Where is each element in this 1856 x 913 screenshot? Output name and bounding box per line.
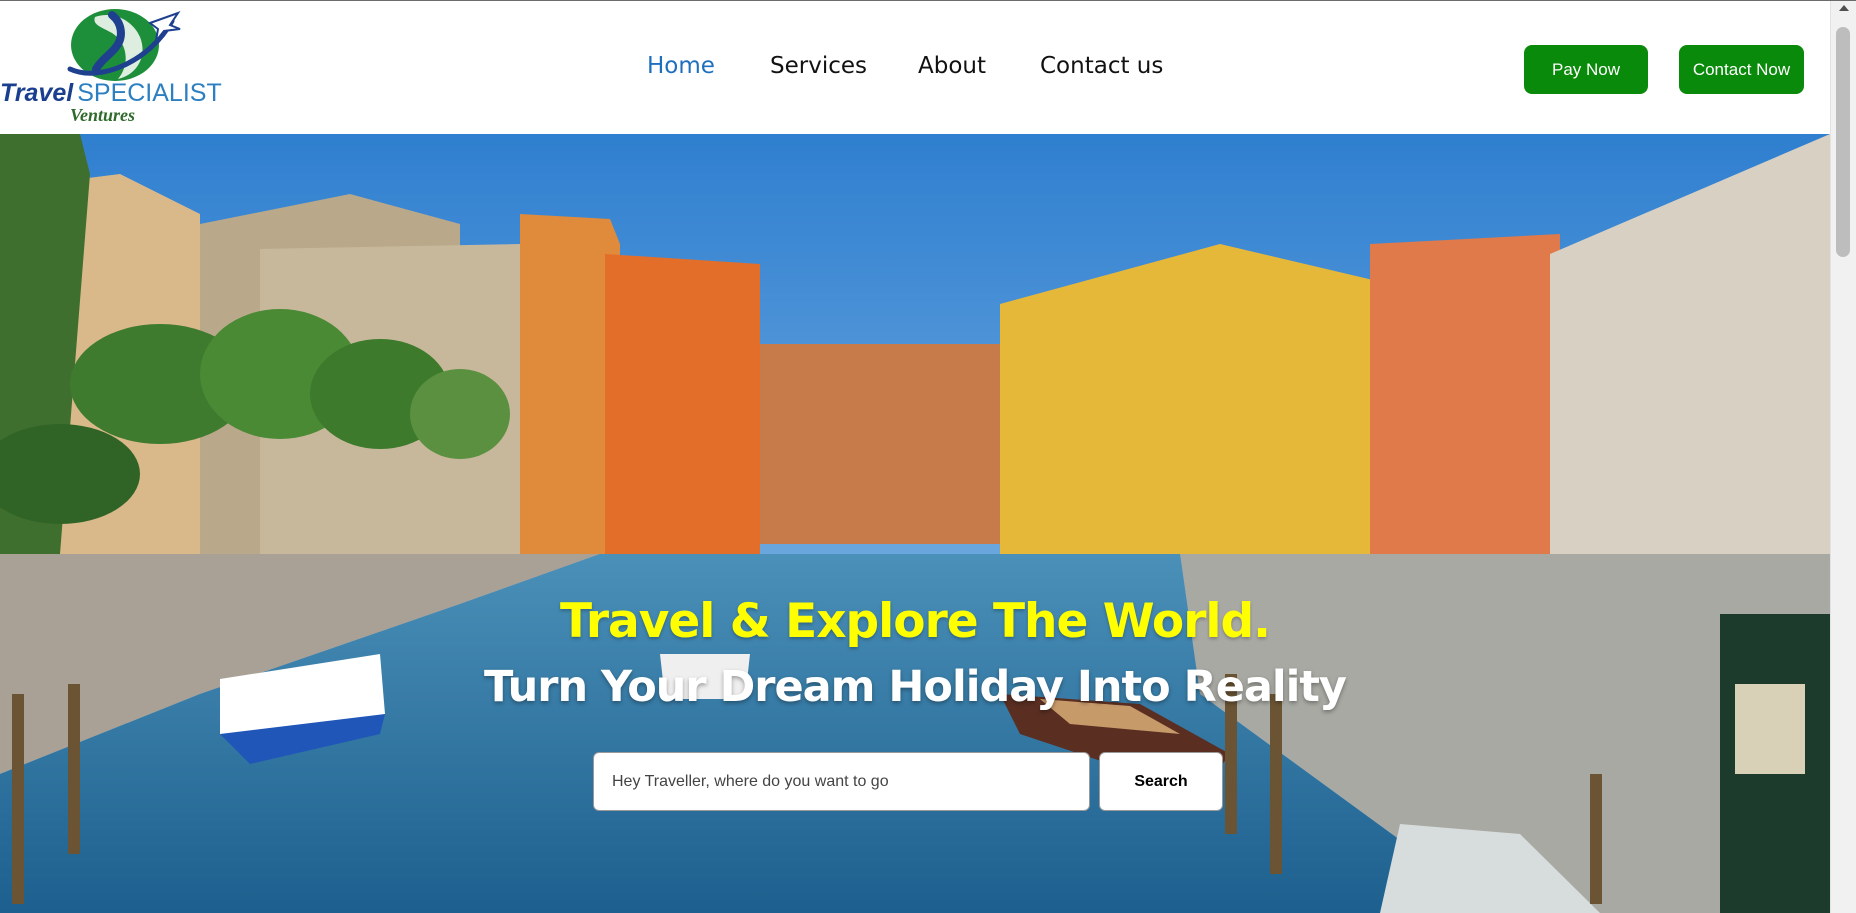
site-header: Travel SPECIALIST Ventures Home Services …	[0, 1, 1830, 134]
hero-subtitle: Turn Your Dream Holiday Into Reality	[484, 662, 1347, 712]
page-scrollbar[interactable]	[1830, 1, 1856, 913]
search-button[interactable]: Search	[1099, 752, 1223, 811]
hero-section: Travel & Explore The World. Turn Your Dr…	[0, 134, 1830, 913]
hero-title: Travel & Explore The World.	[559, 594, 1271, 649]
nav-home-link[interactable]: Home	[647, 53, 715, 79]
pay-now-button[interactable]: Pay Now	[1524, 45, 1648, 94]
logo-word-travel: Travel	[0, 79, 74, 107]
nav-services-link[interactable]: Services	[770, 53, 867, 79]
contact-now-button[interactable]: Contact Now	[1679, 45, 1804, 94]
scrollbar-thumb[interactable]	[1836, 27, 1850, 257]
scroll-up-arrow-icon[interactable]	[1839, 5, 1849, 11]
nav-contact-link[interactable]: Contact us	[1040, 53, 1163, 79]
brand-logo[interactable]: Travel SPECIALIST Ventures	[0, 3, 240, 125]
logo-word-specialist: SPECIALIST	[77, 79, 222, 107]
destination-search-input[interactable]	[593, 752, 1090, 811]
logo-tagline: Ventures	[70, 105, 136, 125]
nav-about-link[interactable]: About	[918, 53, 986, 79]
logo-wordmark: Travel SPECIALIST	[0, 81, 222, 106]
